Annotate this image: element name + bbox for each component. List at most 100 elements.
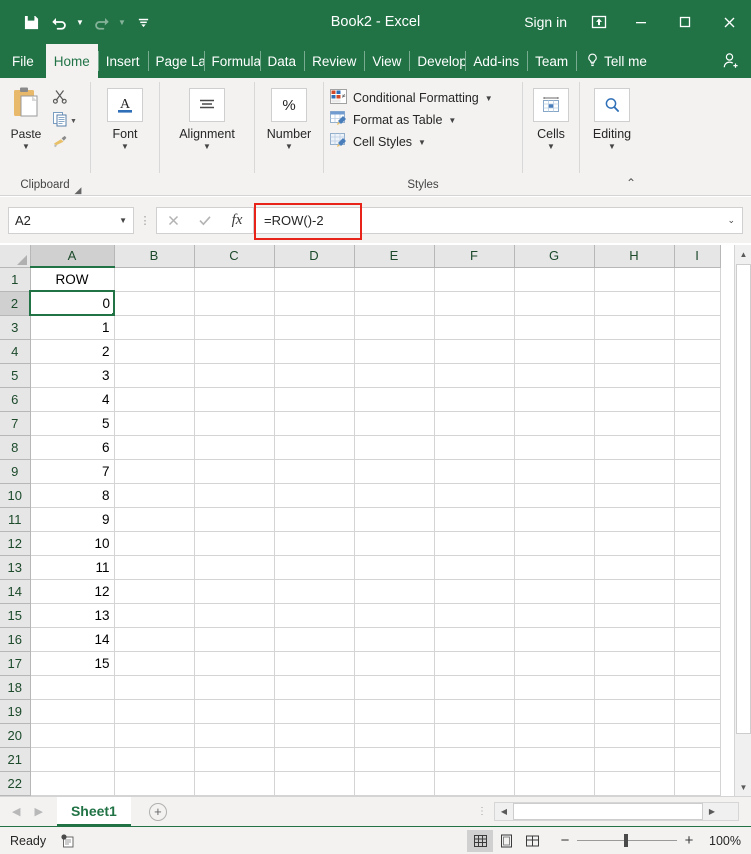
row-header-17[interactable]: 17 bbox=[0, 651, 31, 676]
cell-A7[interactable]: 5 bbox=[30, 411, 115, 436]
insert-function-icon[interactable]: fx bbox=[221, 208, 253, 233]
cell-C20[interactable] bbox=[194, 723, 275, 748]
cell-G7[interactable] bbox=[514, 411, 595, 436]
cell-D14[interactable] bbox=[274, 579, 355, 604]
tab-review[interactable]: Review bbox=[304, 44, 364, 78]
cell-A2[interactable]: 0 bbox=[29, 290, 115, 316]
cell-B12[interactable] bbox=[114, 531, 195, 556]
row-header-15[interactable]: 15 bbox=[0, 603, 31, 628]
cell-B16[interactable] bbox=[114, 627, 195, 652]
cell-I8[interactable] bbox=[674, 435, 721, 460]
page-layout-view-icon[interactable] bbox=[493, 830, 519, 852]
row-header-4[interactable]: 4 bbox=[0, 339, 31, 364]
chevron-down-icon[interactable]: ▼ bbox=[119, 216, 127, 225]
cell-G12[interactable] bbox=[514, 531, 595, 556]
cell-G11[interactable] bbox=[514, 507, 595, 532]
cell-G5[interactable] bbox=[514, 363, 595, 388]
cell-D6[interactable] bbox=[274, 387, 355, 412]
cell-C22[interactable] bbox=[194, 771, 275, 796]
redo-icon[interactable] bbox=[88, 9, 114, 35]
format-as-table-dropdown-icon[interactable]: ▼ bbox=[448, 116, 456, 125]
cell-I22[interactable] bbox=[674, 771, 721, 796]
redo-dropdown-icon[interactable]: ▼ bbox=[116, 9, 128, 35]
cell-C16[interactable] bbox=[194, 627, 275, 652]
cell-B9[interactable] bbox=[114, 459, 195, 484]
cell-E3[interactable] bbox=[354, 315, 435, 340]
previous-sheet-icon[interactable]: ◀ bbox=[12, 805, 20, 818]
cell-A17[interactable]: 15 bbox=[30, 651, 115, 676]
row-header-10[interactable]: 10 bbox=[0, 483, 31, 508]
cell-I9[interactable] bbox=[674, 459, 721, 484]
cell-G2[interactable] bbox=[514, 291, 595, 316]
cell-A10[interactable]: 8 bbox=[30, 483, 115, 508]
cell-E10[interactable] bbox=[354, 483, 435, 508]
zoom-slider[interactable] bbox=[577, 834, 677, 847]
column-header-b[interactable]: B bbox=[114, 245, 195, 268]
share-person-icon[interactable] bbox=[722, 44, 741, 78]
vertical-scrollbar[interactable]: ▲ ▼ bbox=[734, 245, 751, 796]
expand-formula-bar-icon[interactable]: ⌄ bbox=[727, 215, 735, 226]
cell-F1[interactable] bbox=[434, 267, 515, 292]
row-header-14[interactable]: 14 bbox=[0, 579, 31, 604]
zoom-control[interactable]: − + bbox=[559, 832, 695, 849]
cell-G9[interactable] bbox=[514, 459, 595, 484]
format-as-table-button[interactable]: Format as Table ▼ bbox=[330, 111, 522, 129]
scroll-down-icon[interactable]: ▼ bbox=[735, 778, 751, 796]
copy-dropdown-icon[interactable]: ▼ bbox=[70, 118, 77, 125]
cell-F19[interactable] bbox=[434, 699, 515, 724]
cell-F2[interactable] bbox=[434, 291, 515, 316]
horizontal-scroll-thumb[interactable] bbox=[513, 803, 703, 820]
tab-home[interactable]: Home bbox=[45, 44, 98, 78]
cell-E6[interactable] bbox=[354, 387, 435, 412]
cell-A1[interactable]: ROW bbox=[30, 267, 115, 291]
cell-I15[interactable] bbox=[674, 603, 721, 628]
customize-quick-access-icon[interactable] bbox=[130, 9, 156, 35]
cell-F7[interactable] bbox=[434, 411, 515, 436]
number-dropdown-icon[interactable]: ▼ bbox=[285, 143, 293, 151]
cell-A9[interactable]: 7 bbox=[30, 459, 115, 484]
cancel-formula-icon[interactable] bbox=[157, 208, 189, 233]
cell-D5[interactable] bbox=[274, 363, 355, 388]
cell-A20[interactable] bbox=[30, 723, 115, 748]
minimize-icon[interactable] bbox=[619, 7, 663, 37]
cell-G17[interactable] bbox=[514, 651, 595, 676]
cell-F4[interactable] bbox=[434, 339, 515, 364]
cell-A11[interactable]: 9 bbox=[30, 507, 115, 532]
cell-D19[interactable] bbox=[274, 699, 355, 724]
cell-H10[interactable] bbox=[594, 483, 675, 508]
cell-H1[interactable] bbox=[594, 267, 675, 292]
close-icon[interactable] bbox=[707, 7, 751, 37]
cell-B8[interactable] bbox=[114, 435, 195, 460]
cell-E12[interactable] bbox=[354, 531, 435, 556]
row-header-2[interactable]: 2 bbox=[0, 291, 31, 316]
cell-I19[interactable] bbox=[674, 699, 721, 724]
cell-E4[interactable] bbox=[354, 339, 435, 364]
cell-C14[interactable] bbox=[194, 579, 275, 604]
cell-H5[interactable] bbox=[594, 363, 675, 388]
cell-F18[interactable] bbox=[434, 675, 515, 700]
cell-C12[interactable] bbox=[194, 531, 275, 556]
paste-dropdown-icon[interactable]: ▼ bbox=[22, 143, 30, 151]
cell-B7[interactable] bbox=[114, 411, 195, 436]
cell-H16[interactable] bbox=[594, 627, 675, 652]
column-header-a[interactable]: A bbox=[30, 245, 115, 268]
cell-G16[interactable] bbox=[514, 627, 595, 652]
cell-D13[interactable] bbox=[274, 555, 355, 580]
cell-E11[interactable] bbox=[354, 507, 435, 532]
name-box[interactable]: A2 ▼ bbox=[8, 206, 134, 234]
cell-H13[interactable] bbox=[594, 555, 675, 580]
cell-F12[interactable] bbox=[434, 531, 515, 556]
cell-F21[interactable] bbox=[434, 747, 515, 772]
sheet-tab-sheet1[interactable]: Sheet1 bbox=[56, 797, 131, 826]
cell-E21[interactable] bbox=[354, 747, 435, 772]
cell-C17[interactable] bbox=[194, 651, 275, 676]
cell-G1[interactable] bbox=[514, 267, 595, 292]
cell-I11[interactable] bbox=[674, 507, 721, 532]
cell-C10[interactable] bbox=[194, 483, 275, 508]
cell-G14[interactable] bbox=[514, 579, 595, 604]
cell-D4[interactable] bbox=[274, 339, 355, 364]
cell-H7[interactable] bbox=[594, 411, 675, 436]
tab-formulas[interactable]: Formula bbox=[203, 44, 260, 78]
cell-G20[interactable] bbox=[514, 723, 595, 748]
cell-H3[interactable] bbox=[594, 315, 675, 340]
